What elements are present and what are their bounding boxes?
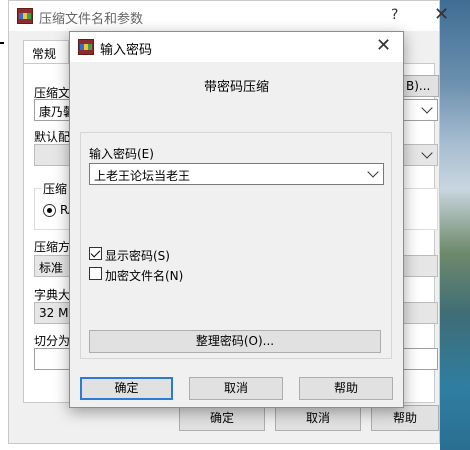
bg-cancel-button[interactable]: 取消 — [275, 405, 361, 431]
help-button[interactable]: 帮助 — [299, 377, 393, 400]
dialog-title: 输入密码 — [100, 43, 153, 58]
ok-button[interactable]: 确定 — [80, 377, 173, 400]
format-group-label: 压缩 — [41, 180, 70, 197]
tab-general-label: 常规 — [32, 47, 57, 61]
bg-titlebar: 压缩文件名和参数 ? ✕ — [9, 1, 449, 31]
default-profile-label: 默认配 — [34, 130, 71, 144]
help-icon[interactable]: ? — [391, 7, 398, 23]
password-input[interactable]: 上老王论坛当老王 — [89, 163, 384, 185]
desktop-mark — [0, 42, 4, 44]
method-label: 压缩方 — [34, 240, 71, 254]
split-label: 切分为 — [34, 334, 71, 348]
winrar-app-icon — [17, 8, 33, 24]
chevron-down-icon — [421, 102, 433, 114]
show-password-checkbox[interactable] — [89, 247, 102, 260]
encrypt-filenames-checkbox[interactable] — [89, 267, 102, 280]
format-rar-radio[interactable] — [43, 204, 56, 217]
organize-passwords-button[interactable]: 整理密码(O)... — [89, 330, 381, 353]
password-value: 上老王论坛当老王 — [94, 169, 191, 183]
bg-help-button[interactable]: 帮助 — [371, 405, 439, 431]
desktop-left-edge — [0, 0, 8, 450]
password-label: 输入密码(E) — [89, 147, 154, 161]
close-icon[interactable]: ✕ — [434, 4, 449, 25]
winrar-app-icon — [78, 39, 94, 55]
cancel-button[interactable]: 取消 — [189, 377, 283, 400]
method-value: 标准 — [39, 261, 64, 275]
password-dialog: 输入密码 ✕ 带密码压缩 输入密码(E) 上老王论坛当老王 显示密码(S) 加密… — [69, 31, 404, 408]
chevron-down-icon — [367, 166, 379, 178]
bg-window-title: 压缩文件名和参数 — [39, 12, 144, 27]
show-password-label: 显示密码(S) — [105, 249, 170, 263]
close-icon[interactable]: ✕ — [376, 35, 391, 56]
dialog-heading: 带密码压缩 — [203, 80, 269, 95]
browse-button[interactable]: B)... — [403, 75, 439, 97]
encrypt-filenames-label: 加密文件名(N) — [105, 269, 184, 283]
desktop-wallpaper — [440, 0, 470, 450]
dialog-titlebar: 输入密码 ✕ — [70, 32, 403, 62]
bg-ok-button[interactable]: 确定 — [179, 405, 265, 431]
password-group: 输入密码(E) 上老王论坛当老王 显示密码(S) 加密文件名(N) 整理密码(O… — [80, 132, 392, 359]
dict-label: 字典大 — [34, 288, 71, 302]
chevron-down-icon — [421, 147, 433, 159]
tab-general[interactable]: 常规 — [23, 40, 69, 64]
